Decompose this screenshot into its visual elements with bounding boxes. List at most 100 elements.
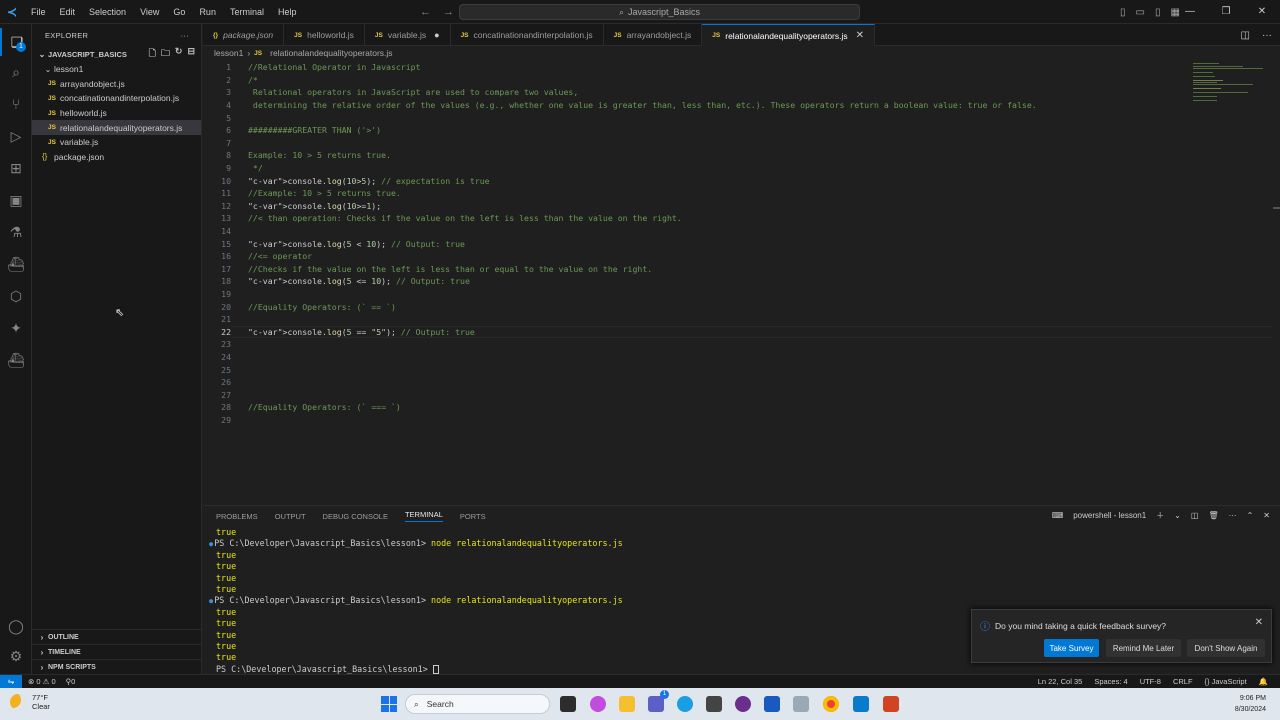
code-line[interactable]: 7 (203, 137, 1243, 150)
tab-debug-console[interactable]: DEBUG CONSOLE (323, 512, 388, 521)
more-actions-icon[interactable]: ··· (181, 31, 189, 40)
file-package-json[interactable]: {} package.json (32, 150, 201, 165)
code-editor[interactable]: 1//Relational Operator in Javascript 2/* 3… (203, 60, 1280, 500)
code-line[interactable]: 11 //Example: 10 > 5 returns true. (203, 187, 1243, 200)
account-icon[interactable]: ◯ (0, 612, 32, 640)
code-line[interactable]: 26 (203, 376, 1243, 389)
toggle-panel-icon[interactable]: ▭ (1136, 7, 1145, 18)
file-arrayandobject[interactable]: JS arrayandobject.js (32, 77, 201, 92)
encoding[interactable]: UTF-8 (1140, 677, 1161, 686)
new-folder-icon[interactable]: 🗀 (161, 46, 170, 62)
more-actions-icon[interactable]: ··· (1229, 511, 1237, 520)
close-notification-icon[interactable]: ✕ (1255, 617, 1263, 628)
code-line[interactable]: 10 "c-var">console.log(10>5); // expectat… (203, 174, 1243, 187)
file-concatination[interactable]: JS concatinationandinterpolation.js (32, 91, 201, 106)
remote-explorer-icon[interactable]: ▣ (0, 186, 32, 214)
menu-help[interactable]: Help (271, 0, 304, 24)
menu-file[interactable]: File (24, 0, 53, 24)
close-window-icon[interactable]: ✕ (1244, 0, 1280, 24)
code-line[interactable]: 19 (203, 288, 1243, 301)
code-line[interactable]: 14 (203, 225, 1243, 238)
source-control-icon[interactable]: ⑂ (0, 90, 32, 118)
project-root[interactable]: ⌄ JAVASCRIPT_BASICS 🗋 🗀 ↻ ⊟ (32, 46, 201, 62)
code-line[interactable]: 29 (203, 414, 1243, 427)
code-line[interactable]: 21 (203, 313, 1243, 326)
code-line[interactable]: 4 determining the relative order of the … (203, 99, 1243, 112)
code-line[interactable]: 24 (203, 351, 1243, 364)
breadcrumb-file[interactable]: relationalandequalityoperators.js (270, 48, 392, 58)
code-line[interactable]: 28 //Equality Operators: (` === `) (203, 401, 1243, 414)
code-line[interactable]: 2 /* (203, 74, 1243, 87)
toggle-secondary-sidebar-icon[interactable]: ▯ (1155, 7, 1161, 18)
indentation[interactable]: Spaces: 4 (1094, 677, 1127, 686)
vscode-taskbar-icon[interactable] (853, 696, 869, 712)
editor-scrollbar[interactable] (1273, 207, 1280, 209)
chevron-down-icon[interactable]: ⌄ (1174, 511, 1181, 520)
code-line[interactable]: 9 */ (203, 162, 1243, 175)
tab-terminal[interactable]: TERMINAL (404, 510, 443, 522)
cursor-position[interactable]: Ln 22, Col 35 (1038, 677, 1083, 686)
code-line[interactable]: 18 "c-var">console.log(5 <= 10); // Outpu… (203, 275, 1243, 288)
file-helloworld[interactable]: JS helloworld.js (32, 106, 201, 121)
docker-icon[interactable]: ⛴ (0, 250, 32, 278)
ports-status[interactable]: ⚲0 (66, 677, 76, 686)
restore-icon[interactable]: ❐ (1208, 0, 1244, 24)
refresh-icon[interactable]: ↻ (175, 46, 183, 62)
tab-problems[interactable]: PROBLEMS (216, 512, 258, 521)
search-view-icon[interactable]: ⌕ (0, 58, 32, 86)
explorer-icon[interactable]: ❏ 1 (0, 28, 32, 56)
close-tab-icon[interactable]: ✕ (856, 30, 864, 41)
menu-edit[interactable]: Edit (53, 0, 83, 24)
manage-gear-icon[interactable]: ⚙ (0, 642, 32, 670)
split-editor-icon[interactable]: ◫ (1241, 30, 1250, 41)
timeline-section[interactable]: › TIMELINE (32, 644, 202, 659)
menu-run[interactable]: Run (192, 0, 223, 24)
copilot-icon[interactable] (590, 696, 606, 712)
powerpoint-icon[interactable] (883, 696, 899, 712)
tab-variable[interactable]: JS variable.js ● (365, 24, 451, 46)
notifications-bell-icon[interactable]: 🔔 (1259, 677, 1268, 686)
task-view-icon[interactable] (560, 696, 576, 712)
code-line[interactable]: 22 "c-var">console.log(5 == "5"); // Outp… (203, 326, 1243, 339)
code-line[interactable]: 25 (203, 363, 1243, 376)
rocket-icon[interactable]: ✦ (0, 314, 32, 342)
code-line[interactable]: 20 //Equality Operators: (` == `) (203, 300, 1243, 313)
taskbar-search[interactable]: ⌕ Search (405, 694, 550, 714)
terminal-output[interactable]: true ●PS C:\Developer\Javascript_Basics\l… (209, 527, 623, 675)
run-debug-icon[interactable]: ▷ (0, 122, 32, 150)
code-line[interactable]: 15 "c-var">console.log(5 < 10); // Output… (203, 237, 1243, 250)
tab-package-json[interactable]: {} package.json (203, 24, 285, 46)
outline-section[interactable]: › OUTLINE (32, 629, 202, 644)
code-line[interactable]: 17 //Checks if the value on the left is l… (203, 263, 1243, 276)
windows-start-icon[interactable] (381, 696, 397, 712)
code-line[interactable]: 12 "c-var">console.log(10>=1); (203, 200, 1243, 213)
split-terminal-icon[interactable]: ◫ (1191, 511, 1199, 520)
teams-icon[interactable]: 1 (648, 690, 669, 712)
file-relational[interactable]: JS relationalandequalityoperators.js (32, 120, 201, 135)
folder-lesson1[interactable]: ⌄ lesson1 (32, 62, 201, 77)
weather-widget[interactable]: 77°F Clear (10, 693, 50, 711)
command-center-search[interactable]: ⌕ Javascript_Basics (459, 4, 860, 20)
unsaved-dot-icon[interactable]: ● (434, 30, 439, 40)
code-line[interactable]: 13 //< than operation: Checks if the valu… (203, 212, 1243, 225)
remind-later-button[interactable]: Remind Me Later (1106, 639, 1181, 657)
file-explorer-icon[interactable] (619, 696, 635, 712)
take-survey-button[interactable]: Take Survey (1044, 639, 1099, 657)
forward-arrow-icon[interactable]: → (443, 6, 454, 18)
close-panel-icon[interactable]: ✕ (1263, 511, 1270, 520)
terminal-shell-label[interactable]: powershell - lesson1 (1073, 511, 1146, 520)
menu-terminal[interactable]: Terminal (223, 0, 271, 24)
new-file-icon[interactable]: 🗋 (149, 46, 156, 62)
menu-view[interactable]: View (133, 0, 166, 24)
new-terminal-icon[interactable]: ＋ (1156, 510, 1164, 521)
testing-icon[interactable]: ⚗ (0, 218, 32, 246)
file-variable[interactable]: JS variable.js (32, 135, 201, 150)
trash-icon[interactable]: 🗑 (1208, 511, 1218, 520)
tab-arrayandobject[interactable]: JS arrayandobject.js (604, 24, 703, 46)
maximize-panel-icon[interactable]: ⌃ (1247, 511, 1254, 520)
problems-status[interactable]: ⊗ 0 ⚠ 0 (28, 677, 56, 686)
remote-indicator-icon[interactable]: ⇋ (0, 674, 22, 689)
code-line[interactable]: 8 Example: 10 > 5 returns true. (203, 149, 1243, 162)
tab-helloworld[interactable]: JS helloworld.js (284, 24, 365, 46)
extensions-icon[interactable]: ⊞ (0, 154, 32, 182)
